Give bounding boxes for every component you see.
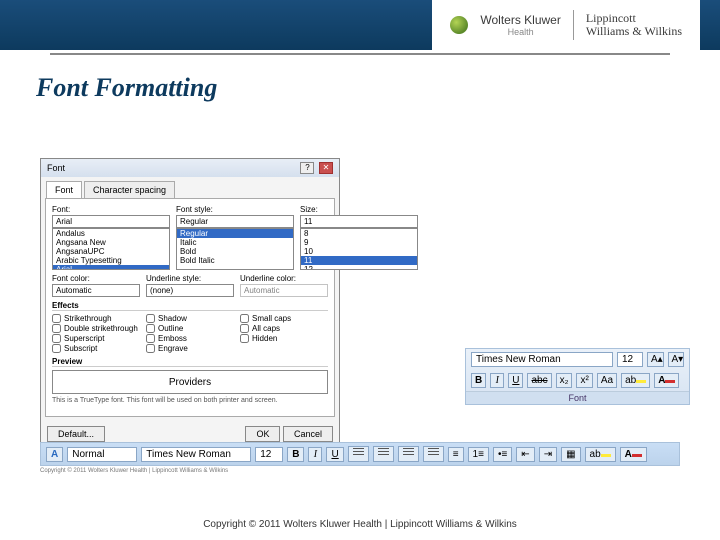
- size-label: Size:: [300, 205, 418, 214]
- ribbon-font-size[interactable]: [617, 352, 643, 367]
- font-listbox[interactable]: Andalus Angsana New AngsanaUPC Arabic Ty…: [52, 228, 170, 270]
- size-listbox[interactable]: 8 9 10 11 12: [300, 228, 418, 270]
- underline-button[interactable]: U: [508, 373, 523, 388]
- help-icon[interactable]: ?: [300, 162, 314, 174]
- align-center-icon[interactable]: [373, 446, 394, 462]
- ok-button[interactable]: OK: [245, 426, 280, 442]
- ul-color-select[interactable]: Automatic: [240, 284, 328, 297]
- preview-box: Providers: [52, 370, 328, 394]
- tb-font-color-icon[interactable]: A: [620, 447, 647, 462]
- decrease-indent-icon[interactable]: ⇤: [516, 447, 534, 462]
- default-button[interactable]: Default...: [47, 426, 105, 442]
- tb-bold[interactable]: B: [287, 447, 304, 462]
- brand-area: Wolters Kluwer Health LippincottWilliams…: [432, 0, 700, 50]
- preview-note: This is a TrueType font. This font will …: [52, 397, 328, 404]
- line-spacing-icon[interactable]: ≡: [448, 447, 464, 462]
- tb-font-name[interactable]: [141, 447, 251, 462]
- fx-allcaps[interactable]: All caps: [240, 324, 328, 333]
- strike-button[interactable]: abc: [527, 373, 551, 388]
- tab-font[interactable]: Font: [46, 181, 82, 198]
- effects-label: Effects: [52, 301, 328, 311]
- bullets-icon[interactable]: •≡: [493, 447, 512, 462]
- effects-grid: Strikethrough Shadow Small caps Double s…: [52, 314, 328, 353]
- close-icon[interactable]: ✕: [319, 162, 333, 174]
- size-input[interactable]: [300, 215, 418, 228]
- font-color-select[interactable]: Automatic: [52, 284, 140, 297]
- grow-font-icon[interactable]: A▴: [647, 352, 664, 367]
- fx-superscript[interactable]: Superscript: [52, 334, 140, 343]
- font-color-label: Font color:: [52, 274, 140, 283]
- tb-italic[interactable]: I: [308, 447, 322, 462]
- footer-copyright: Copyright © 2011 Wolters Kluwer Health |…: [0, 519, 720, 530]
- tab-char-spacing[interactable]: Character spacing: [84, 181, 175, 198]
- align-justify-icon[interactable]: [423, 446, 444, 462]
- tb-font-size[interactable]: [255, 447, 283, 462]
- fx-outline[interactable]: Outline: [146, 324, 234, 333]
- increase-indent-icon[interactable]: ⇥: [539, 447, 557, 462]
- header-rule: [50, 53, 670, 55]
- subscript-button[interactable]: x₂: [556, 373, 573, 388]
- numbering-icon[interactable]: 1≡: [468, 447, 489, 462]
- ul-style-label: Underline style:: [146, 274, 234, 283]
- ul-color-label: Underline color:: [240, 274, 328, 283]
- ribbon-caption: Font: [466, 391, 689, 404]
- tb-underline[interactable]: U: [326, 447, 343, 462]
- borders-icon[interactable]: ▦: [561, 447, 580, 462]
- fx-dblstrike[interactable]: Double strikethrough: [52, 324, 140, 333]
- fx-subscript[interactable]: Subscript: [52, 344, 140, 353]
- font-label: Font:: [52, 205, 170, 214]
- change-case-button[interactable]: Aa: [597, 373, 617, 388]
- ribbon-font-group: A▴ A▾ B I U abc x₂ x² Aa ab A Font: [465, 348, 690, 405]
- fx-hidden[interactable]: Hidden: [240, 334, 328, 343]
- tb-highlight-icon[interactable]: ab: [585, 447, 616, 462]
- fx-strikethrough[interactable]: Strikethrough: [52, 314, 140, 323]
- superscript-button[interactable]: x²: [576, 373, 592, 388]
- style-listbox[interactable]: Regular Italic Bold Bold Italic: [176, 228, 294, 270]
- styles-icon[interactable]: A: [46, 447, 63, 462]
- preview-label: Preview: [52, 357, 328, 367]
- highlight-button[interactable]: ab: [621, 373, 650, 388]
- brand-separator: [573, 10, 574, 40]
- dialog-title: Font: [47, 163, 65, 173]
- highlight-icon: ab: [625, 375, 636, 386]
- fx-shadow[interactable]: Shadow: [146, 314, 234, 323]
- font-dialog: Font ? ✕ Font Character spacing Font: An…: [40, 158, 340, 448]
- brand-wk: Wolters Kluwer Health: [480, 13, 560, 37]
- ribbon-font-name[interactable]: [471, 352, 613, 367]
- slide-source-note: Copyright © 2011 Wolters Kluwer Health |…: [40, 468, 228, 474]
- brand-lww: LippincottWilliams & Wilkins: [586, 12, 682, 38]
- style-input[interactable]: [176, 215, 294, 228]
- cancel-button[interactable]: Cancel: [283, 426, 333, 442]
- italic-button[interactable]: I: [490, 373, 504, 388]
- font-color-button[interactable]: A: [654, 373, 679, 388]
- dialog-titlebar[interactable]: Font ? ✕: [41, 159, 339, 177]
- slide-title: Font Formatting: [36, 73, 720, 103]
- shrink-font-icon[interactable]: A▾: [668, 352, 685, 367]
- formatting-toolbar: A B I U ≡ 1≡ •≡ ⇤ ⇥ ▦ ab A: [40, 442, 680, 466]
- fx-engrave[interactable]: Engrave: [146, 344, 234, 353]
- ul-style-select[interactable]: (none): [146, 284, 234, 297]
- style-select[interactable]: [67, 447, 137, 462]
- header-bar: Wolters Kluwer Health LippincottWilliams…: [0, 0, 720, 50]
- logo-icon: [450, 16, 468, 34]
- align-left-icon[interactable]: [348, 446, 369, 462]
- align-right-icon[interactable]: [398, 446, 419, 462]
- bold-button[interactable]: B: [471, 373, 486, 388]
- font-input[interactable]: [52, 215, 170, 228]
- fx-smallcaps[interactable]: Small caps: [240, 314, 328, 323]
- fx-emboss[interactable]: Emboss: [146, 334, 234, 343]
- style-label: Font style:: [176, 205, 294, 214]
